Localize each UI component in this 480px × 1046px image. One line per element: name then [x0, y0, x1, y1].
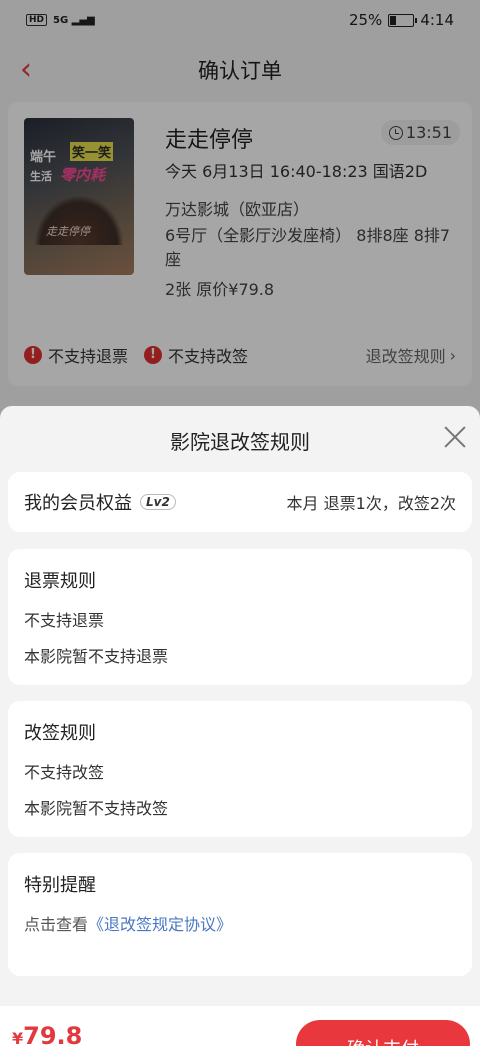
special-notice-card: 特别提醒 点击查看《退改签规定协议》: [8, 853, 472, 976]
refund-rule-line: 本影院暂不支持退票: [24, 647, 169, 666]
total-amount: 79.8: [23, 1022, 83, 1046]
member-title: 我的会员权益: [24, 493, 132, 514]
refund-rule-line: 不支持退票: [24, 611, 105, 630]
notice-text: 点击查看《退改签规定协议》: [24, 911, 456, 935]
total-price: ¥79.8: [12, 1022, 82, 1046]
change-rule-line: 本影院暂不支持改签: [24, 799, 169, 818]
sheet-title: 影院退改签规则: [170, 430, 310, 454]
notice-prefix: 点击查看: [24, 915, 89, 934]
change-rule-line: 不支持改签: [24, 763, 105, 782]
level-badge: Lv2: [140, 494, 176, 510]
member-info: 本月 退票1次，改签2次: [286, 494, 456, 513]
agreement-link[interactable]: 《退改签规定协议》: [88, 915, 232, 934]
currency-symbol: ¥: [12, 1029, 24, 1046]
notice-title: 特别提醒: [24, 875, 96, 896]
change-rules-title: 改签规则: [24, 723, 96, 744]
change-rules-card: 改签规则 不支持改签 本影院暂不支持改签: [8, 701, 472, 837]
refund-rules-title: 退票规则: [24, 571, 96, 592]
rules-sheet: 影院退改签规则 我的会员权益 Lv2 本月 退票1次，改签2次 退票规则 不支持…: [0, 406, 480, 1006]
confirm-pay-button[interactable]: 确认支付: [296, 1020, 470, 1046]
bottom-bar: ¥79.8 确认支付: [0, 1006, 480, 1046]
member-benefits-card: 我的会员权益 Lv2 本月 退票1次，改签2次: [8, 472, 472, 532]
refund-rules-card: 退票规则 不支持退票 本影院暂不支持退票: [8, 549, 472, 685]
close-icon[interactable]: [440, 422, 470, 452]
